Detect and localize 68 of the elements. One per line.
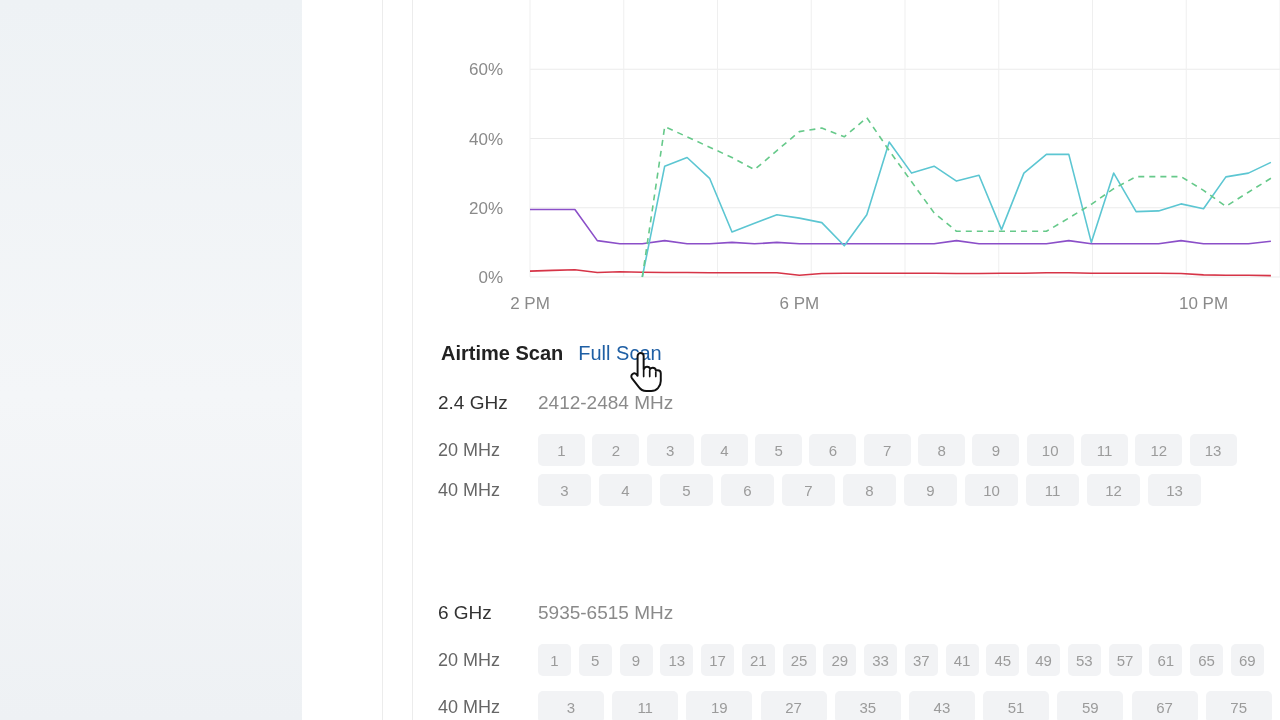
axis-tick-label: 0% [478,268,503,287]
channel-option[interactable]: 37 [904,644,938,676]
channel-option[interactable]: 25 [782,644,816,676]
section-title: Airtime Scan [441,341,564,365]
channel-option[interactable]: 9 [972,434,1020,466]
channel-option[interactable]: 4 [700,434,748,466]
band-name: 6 GHz [438,602,493,624]
channel-option[interactable]: 67 [1131,691,1198,720]
channel-option[interactable]: 51 [983,691,1050,720]
channel-option[interactable]: 6 [721,474,774,506]
band-name: 2.4 GHz [438,392,509,414]
channel-option[interactable]: 53 [1067,644,1101,676]
channel-option[interactable]: 61 [1149,644,1183,676]
channel-option[interactable]: 59 [1057,691,1124,720]
channel-option[interactable]: 11 [612,691,679,720]
channel-option[interactable]: 7 [782,474,835,506]
channel-width-label: 40 MHz [438,479,501,501]
channel-option[interactable]: 21 [741,644,775,676]
channel-option[interactable]: 17 [701,644,734,676]
channel-option[interactable]: 57 [1108,644,1142,676]
channel-option[interactable]: 33 [864,644,897,676]
axis-tick-label: 2 PM [510,294,550,313]
axis-tick-label: 40% [468,129,503,149]
channel-option[interactable]: 13 [660,644,694,676]
frequency-range: 2412-2484 MHz [538,392,674,414]
channel-option[interactable]: 12 [1087,474,1140,506]
channel-option[interactable]: 5 [755,434,803,466]
channel-option[interactable]: 10 [1026,434,1074,466]
channel-option[interactable]: 11 [1026,474,1079,506]
channel-option[interactable]: 3 [538,474,591,506]
channel-option[interactable]: 6 [809,434,857,466]
channel-option[interactable]: 5 [578,644,612,676]
channel-option[interactable]: 45 [986,644,1020,676]
channel-option[interactable]: 1 [538,434,585,466]
channel-option[interactable]: 35 [834,691,901,720]
channel-option[interactable]: 13 [1189,434,1237,466]
channel-option[interactable]: 75 [1205,691,1272,720]
channel-option[interactable]: 41 [945,644,979,676]
channel-option[interactable]: 9 [904,474,957,506]
channel-option[interactable]: 3 [538,691,604,720]
channel-option[interactable]: 12 [1135,434,1183,466]
channel-width-label: 40 MHz [438,696,501,718]
channel-option[interactable]: 29 [823,644,857,676]
channel-option[interactable]: 5 [660,474,713,506]
channel-option[interactable]: 19 [686,691,753,720]
channel-option[interactable]: 49 [1027,644,1060,676]
axis-tick-label: 10 PM [1178,294,1229,313]
axis-tick-label: 60% [468,60,503,80]
frequency-range: 5935-6515 MHz [538,602,674,624]
channel-option[interactable]: 4 [599,474,652,506]
channel-width-label: 20 MHz [438,439,501,461]
channel-option[interactable]: 65 [1190,644,1223,676]
channel-option[interactable]: 11 [1080,434,1128,466]
channel-option[interactable]: 8 [843,474,896,506]
axis-tick-label: 20% [468,198,503,218]
channel-option[interactable]: 7 [863,434,911,466]
channel-option[interactable]: 9 [619,644,653,676]
channel-option[interactable]: 3 [646,434,694,466]
channel-option[interactable]: 43 [908,691,975,720]
channel-width-label: 20 MHz [438,649,501,671]
channel-option[interactable]: 13 [1148,474,1201,506]
channel-option[interactable]: 8 [918,434,966,466]
channel-option[interactable]: 1 [538,644,571,676]
channel-option[interactable]: 10 [965,474,1018,506]
channel-option[interactable]: 69 [1230,644,1264,676]
axis-tick-label: 6 PM [779,294,820,313]
channel-option[interactable]: 2 [592,434,640,466]
channel-option[interactable]: 27 [760,691,827,720]
